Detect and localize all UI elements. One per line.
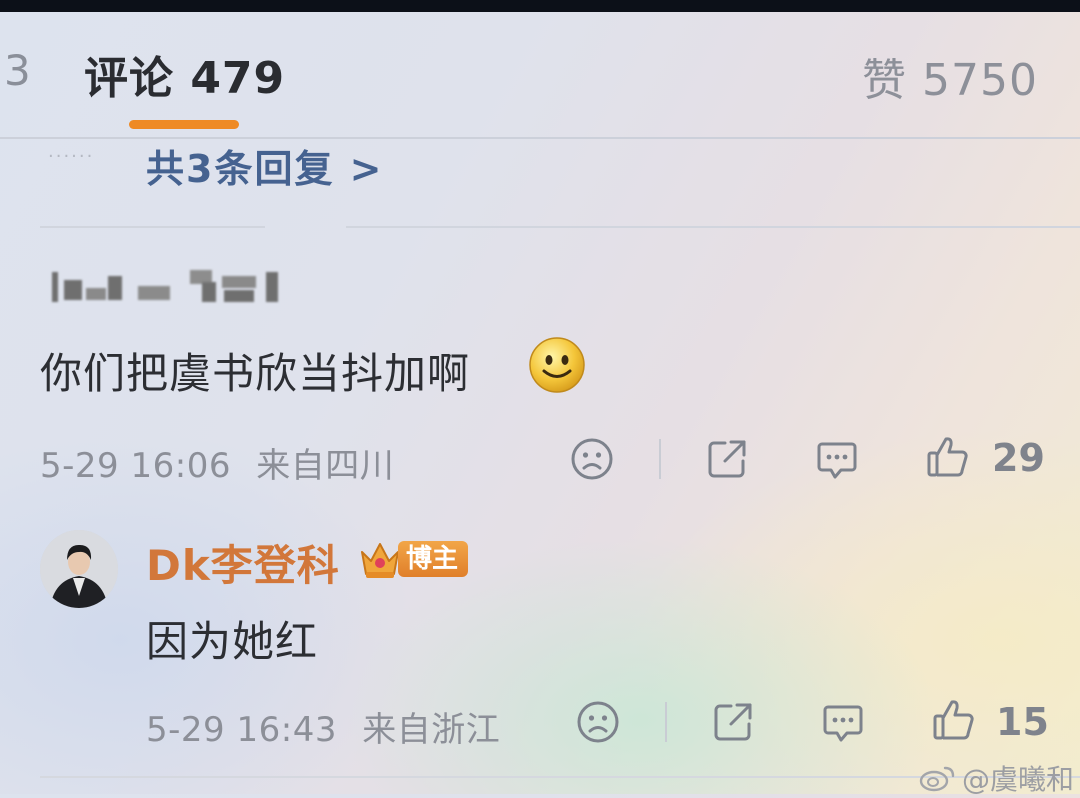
weibo-logo-icon [918, 762, 958, 792]
reply-meta: 5-29 16:43 来自浙江 [146, 702, 500, 751]
status-bar-edge [0, 0, 1080, 12]
reply-text: 因为她红 [146, 617, 319, 666]
blurred-username[interactable] [52, 266, 294, 306]
dislike-sad-face-icon[interactable] [575, 699, 621, 745]
reply-author-name[interactable]: Dk李登科 [146, 532, 340, 593]
more-replies-link[interactable]: 共3条回复 > [146, 138, 384, 193]
comment-separator [40, 226, 265, 228]
reply-location: 来自浙江 [362, 710, 501, 750]
action-divider [659, 439, 661, 479]
thumbs-up-icon[interactable] [925, 434, 971, 480]
tab-reposts-partial[interactable]: 3 [4, 46, 31, 95]
comment-like-count: 29 [992, 436, 1045, 480]
thread-dots: ······ [48, 146, 95, 167]
comment-bubble-icon[interactable] [814, 436, 860, 482]
tab-likes[interactable]: 赞 5750 [862, 44, 1038, 108]
comment-text: 你们把虞书欣当抖加啊 [40, 349, 471, 398]
comment-timestamp: 5-29 16:06 [40, 446, 231, 486]
thumbs-up-icon[interactable] [931, 697, 977, 743]
reply-timestamp: 5-29 16:43 [146, 710, 337, 750]
blogger-badge: 博主 [398, 541, 469, 577]
avatar[interactable] [40, 530, 118, 608]
active-tab-indicator [129, 120, 239, 129]
share-icon[interactable] [704, 436, 750, 482]
crown-icon [356, 536, 404, 582]
tab-comments[interactable]: 评论 479 [84, 42, 285, 106]
share-icon[interactable] [710, 699, 756, 745]
smiley-emoji-icon [528, 336, 586, 394]
watermark-text: @虞曦和 [962, 763, 1075, 796]
comment-bubble-icon[interactable] [820, 699, 866, 745]
dislike-sad-face-icon[interactable] [569, 436, 615, 482]
comment-meta: 5-29 16:06 来自四川 [40, 438, 394, 487]
comment-location: 来自四川 [256, 446, 395, 486]
action-divider [665, 702, 667, 742]
comment-separator [346, 226, 1080, 228]
reply-like-count: 15 [996, 700, 1049, 744]
